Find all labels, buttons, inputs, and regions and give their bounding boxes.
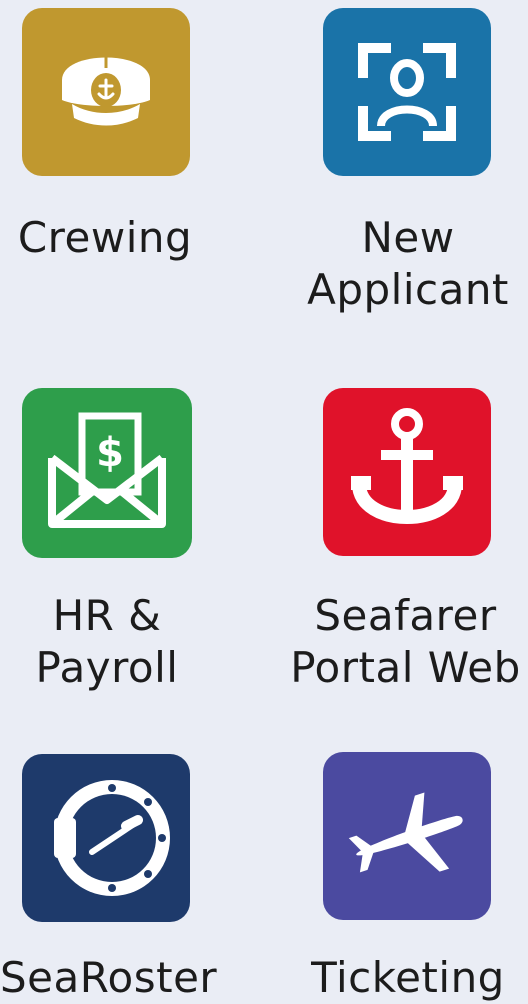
crewing-app-icon[interactable]: [22, 8, 190, 176]
seafarer-portal-label: Seafarer Portal Web: [290, 591, 521, 692]
crewing-label: Crewing: [17, 213, 193, 262]
airplane-icon: [323, 752, 491, 920]
hr-payroll-label: HR & Payroll: [35, 591, 179, 692]
svg-text:$: $: [96, 430, 124, 476]
ticketing-app-icon[interactable]: [323, 752, 491, 920]
hr-payroll-app-icon[interactable]: $: [22, 388, 192, 558]
face-scan-icon: [323, 8, 491, 176]
searoster-label: SeaRoster: [0, 953, 218, 1002]
porthole-gauge-icon: [22, 754, 190, 922]
anchor-icon: [323, 388, 491, 556]
ticketing-label: Ticketing: [311, 953, 505, 1002]
envelope-dollar-icon: $: [22, 388, 192, 558]
captain-hat-icon: [22, 8, 190, 176]
searoster-app-icon[interactable]: [22, 754, 190, 922]
seafarer-portal-app-icon[interactable]: [323, 388, 491, 556]
new-applicant-label: New Applicant: [307, 213, 509, 314]
new-applicant-app-icon[interactable]: [323, 8, 491, 176]
